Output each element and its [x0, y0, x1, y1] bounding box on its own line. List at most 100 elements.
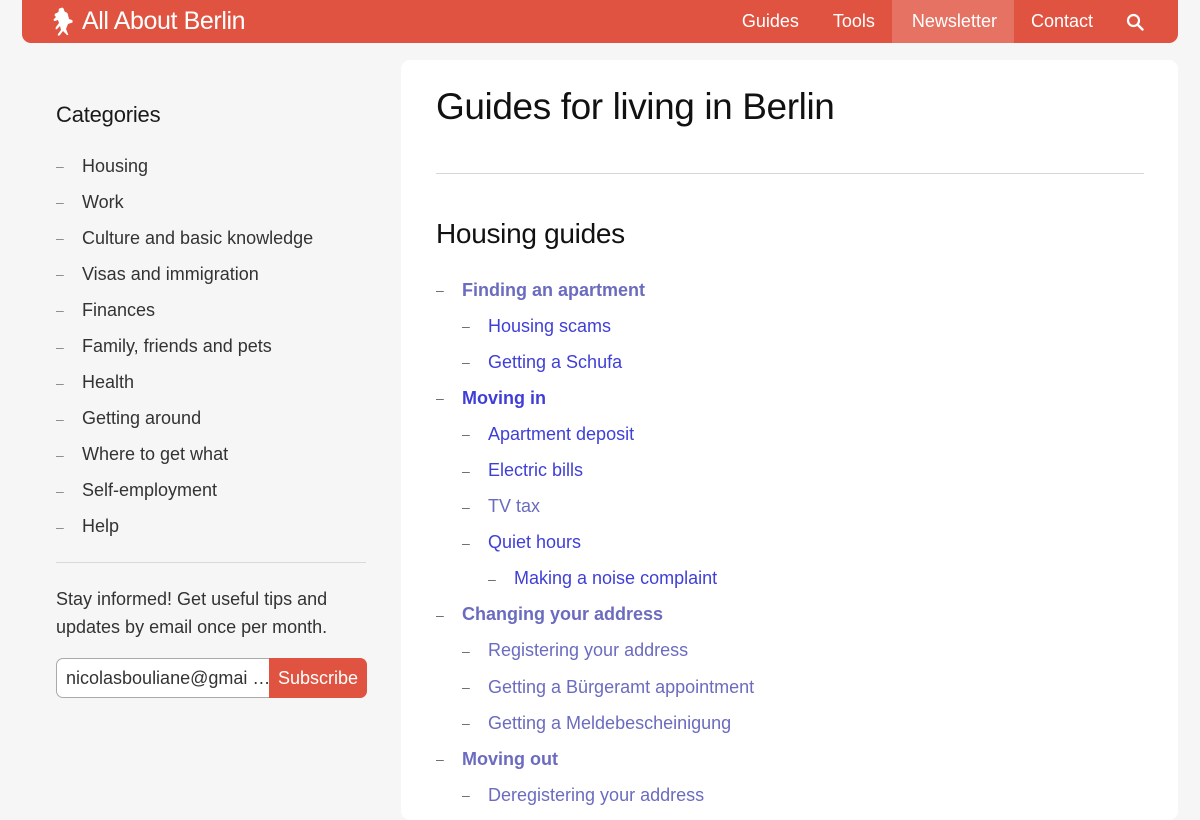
list-dash: –: [436, 390, 444, 407]
guide-item: – Moving in: [436, 380, 754, 416]
guide-item: – Making a noise complaint: [436, 561, 754, 597]
guide-link[interactable]: Apartment deposit: [488, 424, 634, 445]
category-health[interactable]: – Health: [56, 365, 366, 401]
search-button[interactable]: [1110, 0, 1178, 43]
section-title: Housing guides: [436, 218, 625, 249]
category-finances[interactable]: – Finances: [56, 292, 366, 328]
guide-link[interactable]: Registering your address: [488, 640, 688, 661]
sidebar: Categories – Housing – Work – Culture and b…: [56, 100, 367, 699]
list-dash: –: [462, 462, 470, 479]
category-label: Self-employment: [82, 480, 218, 501]
guide-link[interactable]: Making a noise complaint: [514, 568, 717, 589]
category-family[interactable]: – Family, friends and pets: [56, 328, 366, 364]
category-work[interactable]: – Work: [56, 184, 366, 220]
berlin-bear-icon: [53, 7, 73, 36]
list-dash: –: [56, 410, 64, 427]
guide-link[interactable]: Finding an apartment: [462, 280, 645, 301]
list-dash: –: [462, 318, 470, 335]
nav-guides[interactable]: Guides: [724, 0, 816, 43]
guide-item: – Quiet hours: [436, 525, 754, 561]
list-dash: –: [56, 158, 64, 175]
guide-item: – Changing your address: [436, 597, 754, 633]
category-label: Where to get what: [82, 444, 229, 465]
list-dash: –: [436, 282, 444, 299]
list-dash: –: [462, 715, 470, 732]
search-icon: [1126, 13, 1144, 31]
guide-item: – Getting a Meldebescheinigung: [436, 705, 754, 741]
guide-link[interactable]: TV tax: [488, 496, 540, 517]
list-dash: –: [56, 338, 64, 355]
main-content: Guides for living in Berlin Housing guid…: [401, 60, 1178, 820]
guide-link[interactable]: Changing your address: [462, 604, 663, 625]
list-dash: –: [462, 642, 470, 659]
guide-item: – Getting a Schufa: [436, 344, 754, 380]
category-getting-around[interactable]: – Getting around: [56, 401, 366, 437]
list-dash: –: [56, 266, 64, 283]
category-label: Culture and basic knowledge: [82, 227, 314, 248]
guide-link[interactable]: Housing scams: [488, 316, 611, 337]
guide-item: – Electric bills: [436, 452, 754, 488]
list-dash: –: [436, 606, 444, 623]
list-dash: –: [56, 518, 64, 535]
list-dash: –: [56, 194, 64, 211]
guide-link[interactable]: Electric bills: [488, 460, 583, 481]
guide-link[interactable]: Moving in: [462, 388, 546, 409]
guide-list: – Finding an apartment – Housing scams – Gett…: [436, 272, 754, 813]
category-label: Finances: [82, 299, 156, 320]
newsletter-blurb: Stay informed! Get useful tips and updat…: [56, 589, 328, 638]
guide-item: – Moving out: [436, 741, 754, 777]
guide-link[interactable]: Getting a Schufa: [488, 352, 622, 373]
email-field[interactable]: nicolasbouliane@gmai …: [56, 658, 269, 699]
list-dash: –: [436, 751, 444, 768]
guide-item: – Registering your address: [436, 633, 754, 669]
category-label: Visas and immigration: [82, 263, 259, 284]
category-help[interactable]: – Help: [56, 509, 366, 545]
guide-link[interactable]: Getting a Meldebescheinigung: [488, 713, 731, 734]
category-list: – Housing – Work – Culture and basic knowle…: [56, 148, 366, 545]
nav-contact[interactable]: Contact: [1014, 0, 1110, 43]
site-logo[interactable]: All About Berlin: [52, 0, 246, 43]
categories-title: Categories: [56, 102, 161, 127]
guide-link[interactable]: Deregistering your address: [488, 785, 704, 806]
guide-item: – Apartment deposit: [436, 416, 754, 452]
category-visas[interactable]: – Visas and immigration: [56, 256, 366, 292]
page-title: Guides for living in Berlin: [436, 86, 835, 127]
guide-link[interactable]: Quiet hours: [488, 532, 581, 553]
nav-newsletter[interactable]: Newsletter: [891, 0, 1014, 43]
category-label: Housing: [82, 155, 149, 176]
category-where-to-get[interactable]: – Where to get what: [56, 437, 366, 473]
guide-link[interactable]: Getting a Bürgeramt appointment: [488, 677, 754, 698]
list-dash: –: [462, 534, 470, 551]
guide-item: – Housing scams: [436, 308, 754, 344]
category-label: Getting around: [82, 408, 202, 429]
subscribe-form: nicolasbouliane@gmai … Subscribe: [56, 658, 367, 699]
category-label: Family, friends and pets: [82, 336, 272, 357]
list-dash: –: [56, 302, 64, 319]
guide-item: – Deregistering your address: [436, 777, 754, 813]
guide-link[interactable]: Moving out: [462, 749, 558, 770]
nav-tools[interactable]: Tools: [816, 0, 892, 43]
site-header: All About Berlin Guides Tools Newsletter…: [22, 0, 1178, 43]
list-dash: –: [56, 482, 64, 499]
category-label: Health: [82, 372, 135, 393]
category-self-employment[interactable]: – Self-employment: [56, 473, 366, 509]
list-dash: –: [56, 230, 64, 247]
list-dash: –: [56, 446, 64, 463]
list-dash: –: [462, 498, 470, 515]
list-dash: –: [462, 679, 470, 696]
guide-item: – TV tax: [436, 489, 754, 525]
guide-item: – Getting a Bürgeramt appointment: [436, 669, 754, 705]
list-dash: –: [488, 570, 496, 587]
subscribe-button[interactable]: Subscribe: [269, 658, 367, 699]
category-housing[interactable]: – Housing: [56, 148, 366, 184]
brand-name: All About Berlin: [82, 7, 246, 35]
list-dash: –: [462, 426, 470, 443]
sidebar-divider: [56, 562, 366, 564]
list-dash: –: [56, 374, 64, 391]
category-label: Help: [82, 516, 120, 537]
category-culture[interactable]: – Culture and basic knowledge: [56, 220, 366, 256]
category-label: Work: [82, 191, 124, 212]
title-divider: [436, 173, 1144, 174]
list-dash: –: [462, 354, 470, 371]
main-nav: Guides Tools Newsletter Contact: [724, 0, 1178, 43]
